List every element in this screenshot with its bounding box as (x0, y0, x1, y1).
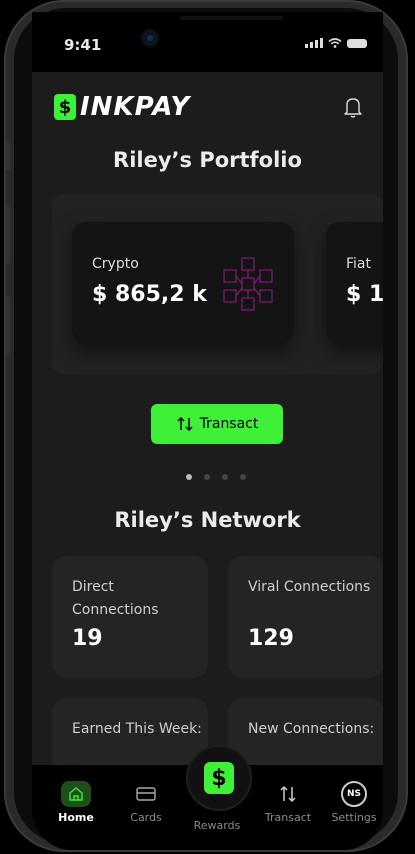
fiat-card-label: Fiat (346, 256, 371, 272)
logo-mark: $ (54, 94, 76, 120)
stat-label: Viral Connections (248, 579, 371, 595)
app-header: $ INKPAY (32, 72, 383, 142)
avatar: NS (341, 781, 367, 807)
tab-rewards[interactable]: Rewards (187, 819, 247, 832)
page-dot-3[interactable] (222, 474, 228, 480)
page-dot-1[interactable] (186, 474, 192, 480)
notification-bell-icon[interactable] (343, 96, 363, 118)
tab-settings[interactable]: NS Settings (324, 781, 383, 824)
card-icon (136, 787, 156, 801)
bottom-tab-bar: Home Cards $ Rewards Transact NS Setting… (32, 745, 383, 850)
stat-value: 129 (248, 626, 294, 651)
front-camera (142, 30, 158, 46)
signal-icon (305, 38, 323, 48)
crypto-card-value: $ 865,2 k (92, 282, 207, 307)
wifi-icon (328, 38, 342, 48)
portfolio-title: Riley’s Portfolio (113, 148, 302, 172)
direct-connections-card[interactable]: Direct Connections 19 (52, 556, 208, 678)
stat-value: 19 (72, 626, 103, 651)
tab-cards[interactable]: Cards (116, 781, 176, 824)
portfolio-carousel[interactable]: Crypto $ 865,2 k Fiat $ 123 (52, 194, 383, 374)
crypto-card[interactable]: Crypto $ 865,2 k (72, 222, 294, 344)
battery-icon (347, 38, 367, 48)
home-icon (61, 781, 91, 807)
tab-rewards-label: Rewards (193, 819, 241, 832)
stat-label: New Connections: (248, 721, 375, 737)
network-title: Riley’s Network (114, 508, 301, 532)
page-dot-2[interactable] (204, 474, 210, 480)
speaker-grille (180, 16, 283, 20)
transfer-arrows-icon (280, 785, 296, 803)
tab-settings-label: Settings (331, 811, 377, 824)
app-screen: 9:41 $ INKPAY Riley’s Portfolio Crypto $… (32, 12, 383, 850)
transfer-arrows-icon (177, 416, 193, 432)
crypto-card-label: Crypto (92, 256, 139, 272)
status-time: 9:41 (64, 36, 102, 54)
rewards-button[interactable]: $ (186, 745, 252, 811)
fiat-card-value: $ 123 (346, 282, 383, 307)
fiat-card[interactable]: Fiat $ 123 (326, 222, 383, 344)
transact-button[interactable]: Transact (151, 404, 283, 444)
tab-transact-label: Transact (264, 811, 312, 824)
logo-text: INKPAY (80, 92, 191, 122)
page-dot-4[interactable] (240, 474, 246, 480)
transact-button-label: Transact (199, 416, 259, 432)
status-icons (305, 38, 367, 48)
crypto-blocks-icon (223, 257, 273, 311)
viral-connections-card[interactable]: Viral Connections 129 (228, 556, 383, 678)
stat-label: Earned This Week: (72, 721, 202, 737)
carousel-page-indicator[interactable] (186, 474, 246, 480)
side-button-mute (6, 140, 10, 170)
status-bar: 9:41 (32, 12, 383, 72)
tab-cards-label: Cards (130, 811, 162, 824)
tab-home-label: Home (58, 811, 94, 824)
side-button-volume-down (6, 296, 10, 356)
rewards-icon: $ (204, 762, 234, 794)
stat-label: Direct Connections (72, 579, 159, 618)
inkpay-logo: $ INKPAY (54, 92, 190, 122)
tab-home[interactable]: Home (46, 781, 106, 824)
tab-transact[interactable]: Transact (258, 781, 318, 824)
side-button-volume-up (6, 204, 10, 264)
